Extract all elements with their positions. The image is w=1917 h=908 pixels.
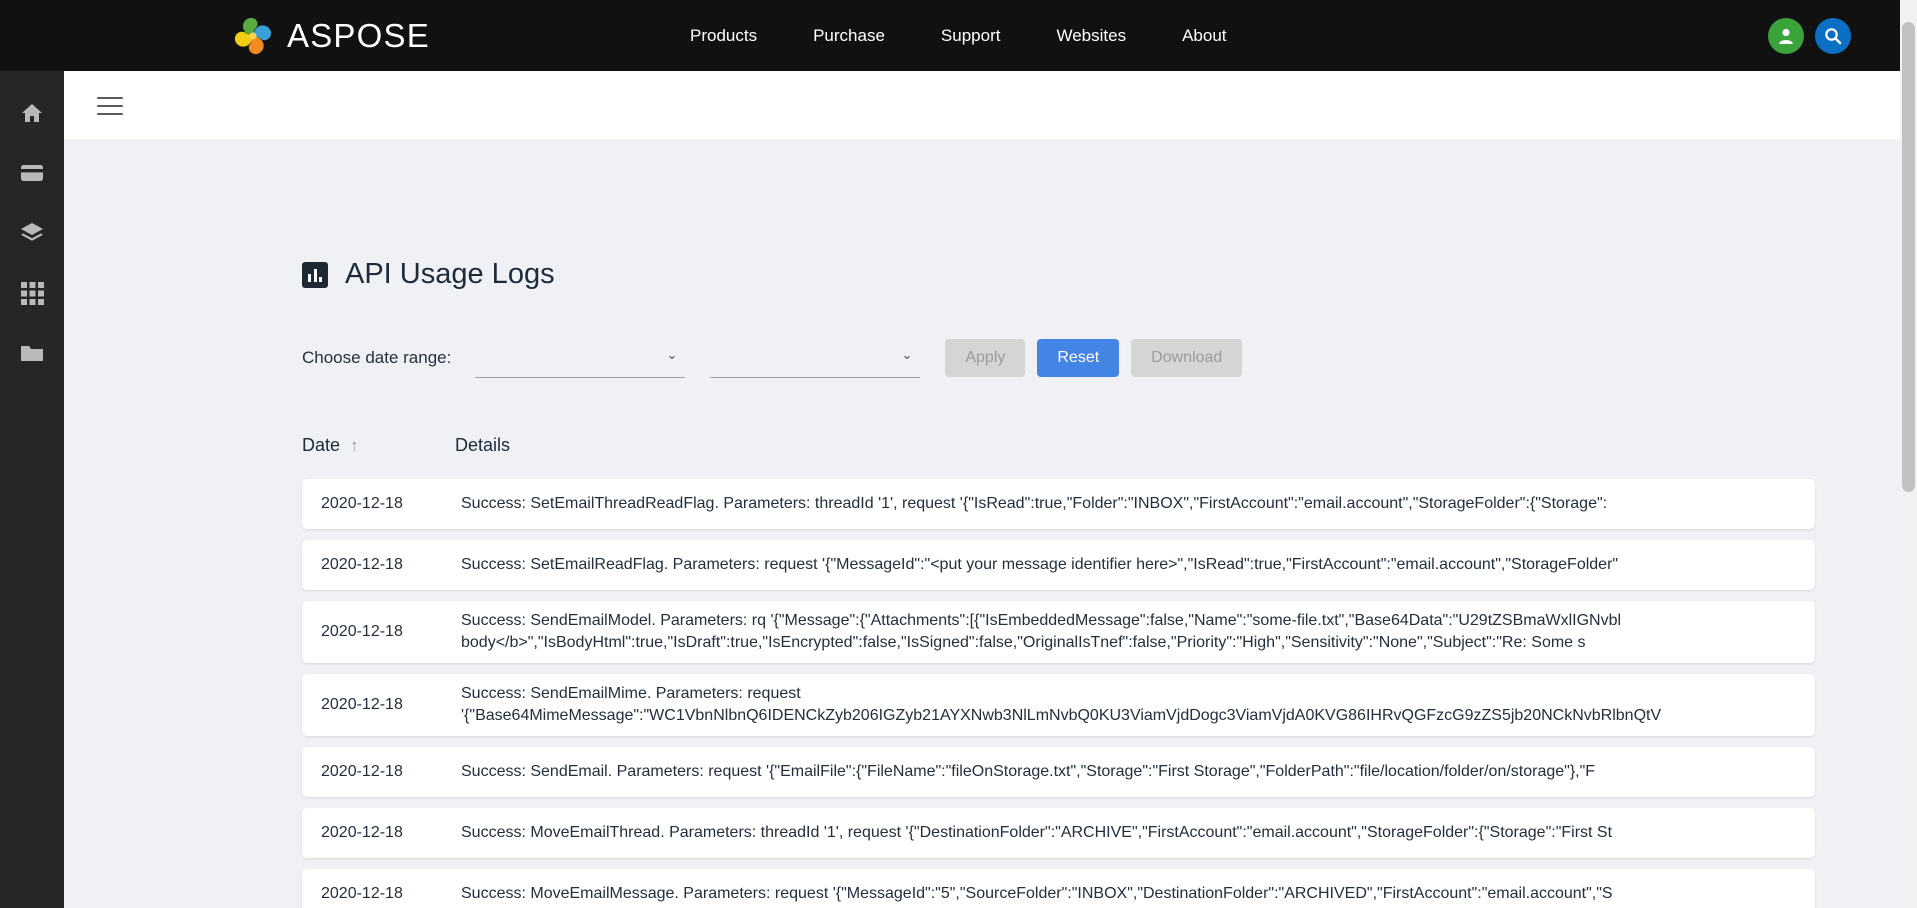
account-avatar-button[interactable] [1768, 17, 1804, 54]
column-header-details: Details [455, 435, 511, 455]
page-title-text: API Usage Logs [345, 258, 555, 290]
rail-item-home[interactable] [0, 83, 64, 143]
row-details: Success: MoveEmailMessage. Parameters: r… [461, 884, 1613, 902]
row-date: 2020-12-18 [321, 623, 403, 640]
rail-item-layers[interactable] [0, 203, 64, 263]
top-right-actions [1768, 17, 1851, 54]
table-row[interactable]: 2020-12-18 Success: SendEmail. Parameter… [302, 747, 1815, 797]
table-row[interactable]: 2020-12-18 Success: SetEmailThreadReadFl… [302, 479, 1815, 529]
folder-icon [21, 346, 43, 361]
row-details: Success: MoveEmailThread. Parameters: th… [461, 823, 1613, 841]
table-row[interactable]: 2020-12-18 Success: MoveEmailMessage. Pa… [302, 869, 1815, 908]
download-button[interactable]: Download [1131, 339, 1243, 377]
table-row[interactable]: 2020-12-18 Success: SetEmailReadFlag. Pa… [302, 540, 1815, 590]
nav-link-products[interactable]: Products [662, 0, 785, 71]
bar-chart-icon [302, 261, 328, 288]
credit-card-icon [21, 165, 43, 181]
row-details: Success: SendEmailMime. Parameters: requ… [461, 684, 1662, 724]
row-details: Success: SetEmailReadFlag. Parameters: r… [461, 555, 1619, 573]
row-date: 2020-12-18 [321, 495, 403, 512]
row-date: 2020-12-18 [321, 556, 403, 573]
nav-link-support[interactable]: Support [913, 0, 1029, 71]
main-content: API Usage Logs Choose date range: ⌄ ⌄ Ap… [64, 71, 1917, 908]
sort-ascending-arrow-icon: ↑ [350, 435, 359, 455]
app-subheader [64, 71, 1917, 139]
row-date: 2020-12-18 [321, 824, 403, 841]
chevron-down-icon: ⌄ [666, 347, 678, 362]
nav-link-purchase[interactable]: Purchase [785, 0, 913, 71]
row-date: 2020-12-18 [321, 696, 403, 713]
user-icon [1779, 28, 1793, 44]
brand-name: ASPOSE [287, 16, 430, 54]
table-row[interactable]: 2020-12-18 Success: SendEmailMime. Param… [302, 674, 1815, 736]
search-icon [1825, 27, 1842, 44]
date-from-select[interactable]: ⌄ [475, 338, 686, 378]
brand-logo-area[interactable]: ASPOSE [232, 15, 430, 57]
reset-button[interactable]: Reset [1037, 339, 1120, 377]
nav-link-about[interactable]: About [1154, 0, 1254, 71]
log-rows-list: 2020-12-18 Success: SetEmailThreadReadFl… [64, 479, 1917, 908]
date-to-select[interactable]: ⌄ [710, 338, 921, 378]
date-range-label: Choose date range: [302, 348, 452, 367]
chevron-down-icon: ⌄ [901, 347, 913, 362]
left-icon-rail [0, 71, 64, 908]
column-header-date-label: Date [302, 435, 341, 455]
home-icon [22, 104, 42, 122]
row-details: Success: SendEmailModel. Parameters: rq … [461, 611, 1622, 651]
apply-button[interactable]: Apply [945, 339, 1026, 377]
row-date: 2020-12-18 [321, 885, 403, 902]
grid-icon [20, 281, 44, 305]
column-header-date[interactable]: Date ↑ [302, 435, 422, 456]
rail-item-files[interactable] [0, 323, 64, 383]
row-details: Success: SendEmail. Parameters: request … [461, 762, 1596, 780]
page-scrollbar-track[interactable] [1900, 0, 1917, 908]
search-button[interactable] [1815, 17, 1851, 54]
page-scrollbar-thumb[interactable] [1902, 22, 1915, 492]
primary-nav: Products Purchase Support Websites About [662, 0, 1255, 71]
row-details: Success: SetEmailThreadReadFlag. Paramet… [461, 494, 1608, 512]
date-range-filter-bar: Choose date range: ⌄ ⌄ Apply Reset Downl… [302, 338, 1254, 378]
rail-item-apps[interactable] [0, 263, 64, 323]
top-navigation-bar: ASPOSE Products Purchase Support Website… [0, 0, 1917, 71]
table-header-row: Date ↑ Details [302, 435, 510, 456]
hamburger-icon[interactable] [97, 97, 123, 115]
aspose-logo-icon [232, 15, 274, 57]
nav-link-websites[interactable]: Websites [1028, 0, 1154, 71]
table-row[interactable]: 2020-12-18 Success: SendEmailModel. Para… [302, 601, 1815, 663]
layers-icon [21, 223, 43, 241]
table-row[interactable]: 2020-12-18 Success: MoveEmailThread. Par… [302, 808, 1815, 858]
rail-item-billing[interactable] [0, 143, 64, 203]
page-title: API Usage Logs [302, 258, 555, 291]
row-date: 2020-12-18 [321, 763, 403, 780]
page-scroll-region: API Usage Logs Choose date range: ⌄ ⌄ Ap… [64, 139, 1917, 908]
